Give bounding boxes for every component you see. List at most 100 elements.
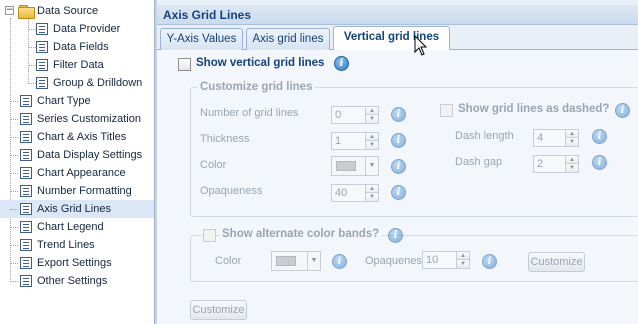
info-icon[interactable]: i [391, 159, 406, 174]
alt-color-label: Color [215, 255, 242, 267]
page-icon [20, 257, 32, 269]
page-icon [36, 59, 48, 71]
tab-y-axis-values[interactable]: Y-Axis Values [160, 28, 243, 50]
alt-opaqueness-label: Opaqueness [365, 255, 428, 267]
stepper-down-icon[interactable]: ▼ [366, 141, 378, 149]
tree-item-label: Series Customization [37, 113, 141, 125]
stepper-down-icon[interactable]: ▼ [366, 193, 378, 201]
stepper-up-icon[interactable]: ▲ [366, 107, 378, 115]
tree-item-filter-data[interactable]: Filter Data [0, 56, 154, 74]
tree-item-label: Filter Data [53, 59, 104, 71]
alt-customize-button[interactable]: Customize [528, 252, 585, 272]
stepper-up-icon[interactable]: ▲ [566, 156, 578, 164]
tree-item-data-source[interactable]: − Data Source [0, 2, 154, 20]
collapse-icon[interactable]: − [5, 6, 14, 15]
info-icon[interactable]: i [592, 129, 607, 144]
dashed-checkbox[interactable] [440, 104, 453, 117]
alt-color-picker[interactable]: ▼ [271, 251, 321, 271]
settings-panel: Axis Grid Lines Y-Axis Values Axis grid … [157, 0, 638, 324]
tree-item-label: Chart Type [37, 95, 91, 107]
page-icon [20, 95, 32, 107]
alt-opaqueness-stepper[interactable]: 10 ▲ ▼ [422, 251, 470, 269]
page-icon [20, 203, 32, 215]
tree-item-label: Group & Drilldown [53, 77, 143, 89]
opaqueness-stepper[interactable]: 40 ▲ ▼ [331, 184, 379, 202]
page-icon [20, 113, 32, 125]
tree-item-chart-axis-titles[interactable]: Chart & Axis Titles [0, 128, 154, 146]
show-vertical-grid-lines-label: Show vertical grid lines [196, 57, 325, 69]
tree-item-data-display-settings[interactable]: Data Display Settings [0, 146, 154, 164]
tree-item-data-fields[interactable]: Data Fields [0, 38, 154, 56]
panel-title: Axis Grid Lines [157, 5, 638, 25]
page-icon [36, 77, 48, 89]
tree-item-label: Chart Legend [37, 221, 104, 233]
page-icon [20, 131, 32, 143]
show-vertical-grid-lines-checkbox[interactable] [178, 58, 191, 71]
tree-item-axis-grid-lines[interactable]: Axis Grid Lines [0, 200, 154, 218]
stepper-down-icon[interactable]: ▼ [457, 260, 469, 268]
page-icon [20, 221, 32, 233]
tree-item-data-provider[interactable]: Data Provider [0, 20, 154, 38]
stepper-down-icon[interactable]: ▼ [566, 138, 578, 146]
tree-item-label: Chart & Axis Titles [37, 131, 127, 143]
tree-item-other-settings[interactable]: Other Settings [0, 272, 154, 290]
info-icon[interactable]: i [388, 228, 403, 243]
stepper-up-icon[interactable]: ▲ [366, 133, 378, 141]
tree-item-label: Export Settings [37, 257, 112, 269]
stepper-value: 4 [537, 132, 544, 144]
dashed-label: Show grid lines as dashed? [458, 103, 610, 115]
alternate-bands-checkbox[interactable] [203, 229, 216, 242]
tree-item-chart-type[interactable]: Chart Type [0, 92, 154, 110]
thickness-stepper[interactable]: 1 ▲ ▼ [331, 132, 379, 150]
number-of-grid-lines-label: Number of grid lines [200, 107, 299, 119]
info-icon[interactable]: i [391, 107, 406, 122]
tree-item-label: Other Settings [37, 275, 108, 287]
tree-item-label: Trend Lines [37, 239, 95, 251]
tree-item-chart-appearance[interactable]: Chart Appearance [0, 164, 154, 182]
opaqueness-label: Opaqueness [200, 185, 263, 197]
tree-item-label: Data Fields [53, 41, 109, 53]
chevron-down-icon[interactable]: ▼ [307, 252, 320, 270]
tree-item-chart-legend[interactable]: Chart Legend [0, 218, 154, 236]
stepper-value: 40 [335, 187, 348, 199]
tree-item-label: Axis Grid Lines [37, 203, 111, 215]
tree-item-series-customization[interactable]: Series Customization [0, 110, 154, 128]
page-icon [20, 167, 32, 179]
info-icon[interactable]: i [615, 103, 630, 118]
info-icon[interactable]: i [334, 56, 349, 71]
chevron-down-icon[interactable]: ▼ [365, 157, 378, 175]
tree-item-export-settings[interactable]: Export Settings [0, 254, 154, 272]
info-icon[interactable]: i [332, 254, 347, 269]
thickness-label: Thickness [200, 133, 250, 145]
stepper-up-icon[interactable]: ▲ [457, 252, 469, 260]
stepper-value: 0 [335, 109, 342, 121]
info-icon[interactable]: i [391, 133, 406, 148]
info-icon[interactable]: i [391, 185, 406, 200]
tree-item-trend-lines[interactable]: Trend Lines [0, 236, 154, 254]
info-icon[interactable]: i [592, 155, 607, 170]
tab-vertical-grid-lines[interactable]: Vertical grid lines [333, 26, 450, 51]
tab-content: Show vertical grid lines i Customize gri… [157, 50, 638, 324]
tree-item-label: Data Display Settings [37, 149, 143, 161]
info-icon[interactable]: i [482, 254, 497, 269]
tree-item-number-formatting[interactable]: Number Formatting [0, 182, 154, 200]
tree-item-label: Number Formatting [37, 185, 132, 197]
tree-item-label: Data Source [37, 5, 99, 17]
folder-open-icon [18, 5, 35, 19]
mouse-pointer-icon [414, 35, 428, 56]
tree-item-group-drilldown[interactable]: Group & Drilldown [0, 74, 154, 92]
customize-button[interactable]: Customize [190, 300, 247, 320]
stepper-up-icon[interactable]: ▲ [366, 185, 378, 193]
dash-length-stepper[interactable]: 4 ▲ ▼ [533, 129, 579, 147]
stepper-value: 2 [537, 158, 544, 170]
tab-axis-grid-lines[interactable]: Axis grid lines [246, 28, 330, 50]
number-of-grid-lines-stepper[interactable]: 0 ▲ ▼ [331, 106, 379, 124]
stepper-value: 10 [426, 254, 439, 266]
stepper-up-icon[interactable]: ▲ [566, 130, 578, 138]
stepper-down-icon[interactable]: ▼ [366, 115, 378, 123]
stepper-down-icon[interactable]: ▼ [566, 164, 578, 172]
dash-gap-stepper[interactable]: 2 ▲ ▼ [533, 155, 579, 173]
customize-grid-lines-legend: Customize grid lines [197, 81, 316, 93]
color-picker[interactable]: ▼ [331, 156, 379, 176]
page-icon [20, 149, 32, 161]
